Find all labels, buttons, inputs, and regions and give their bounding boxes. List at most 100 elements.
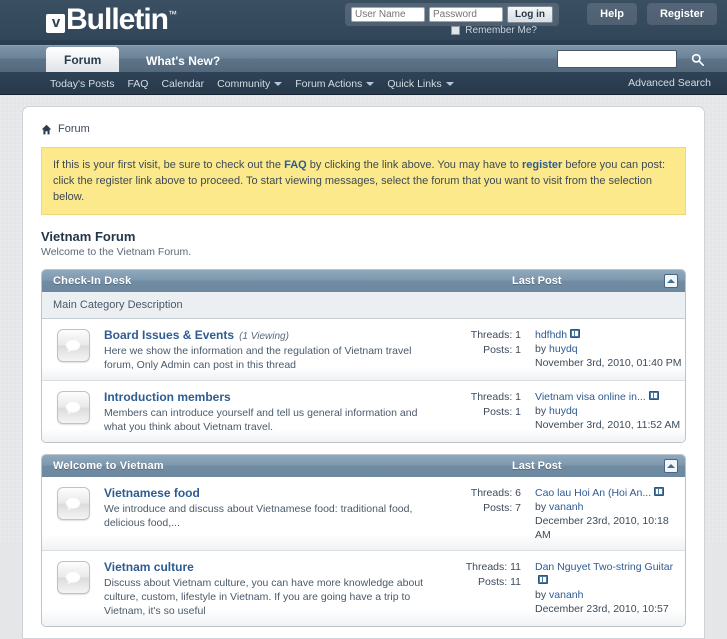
speech-bubble-icon [56,487,90,520]
speech-bubble-icon [56,561,90,594]
last-post-info: Cao lau Hoi An (Hoi An... by vananh Dece… [535,486,685,542]
search-icon[interactable] [685,49,709,69]
posts-count: Posts: 1 [483,344,521,356]
category-block: Check-In Desk Last Post Main Category De… [41,269,686,443]
header-top-bar: vBulletin™ Log in Remember Me? Help Regi… [0,0,727,45]
threads-count: Threads: 1 [470,329,521,341]
register-button[interactable]: Register [646,3,717,25]
username-input[interactable] [351,7,425,22]
forum-stats: Threads: 1 Posts: 1 [455,328,535,372]
logo-v-mark: v [46,14,65,33]
login-button[interactable]: Log in [507,6,553,23]
forum-viewing-count: (1 Viewing) [239,331,289,342]
category-title: Check-In Desk [53,275,132,287]
last-post-by-prefix: by [535,343,550,355]
forum-status-icon-cell [42,328,104,372]
last-post-info: hdfhdh by huydq November 3rd, 2010, 01:4… [535,328,685,372]
forum-info: Vietnamese food We introduce and discuss… [104,486,455,542]
notice-faq-link[interactable]: FAQ [284,159,307,171]
nav-link-label: Quick Links [387,77,442,90]
notice-text-2: by clicking the link above. You may have… [306,159,522,171]
site-header: vBulletin™ Log in Remember Me? Help Regi… [0,0,727,95]
nav-link-todays-posts[interactable]: Today's Posts [50,78,114,90]
go-to-last-post-icon[interactable] [654,487,665,496]
forum-status-icon-cell [42,560,104,618]
page-root: vBulletin™ Log in Remember Me? Help Regi… [0,0,727,639]
home-icon[interactable] [41,124,52,135]
nav-link-label: Forum Actions [295,77,363,90]
forum-link[interactable]: Board Issues & Events [104,328,234,342]
last-post-column-header: Last Post [512,275,562,287]
forum-link[interactable]: Introduction members [104,390,231,404]
threads-count: Threads: 11 [465,561,521,573]
nav-links-list: Today's Posts FAQ Calendar Community For… [50,72,454,94]
forum-row[interactable]: Vietnam culture Discuss about Vietnam cu… [42,551,685,626]
chevron-down-icon [274,81,283,86]
first-visit-notice: If this is your first visit, be sure to … [41,147,686,215]
last-post-author-link[interactable]: huydq [549,405,578,417]
nav-links-bar: Today's Posts FAQ Calendar Community For… [0,72,727,94]
last-post-date: December 23rd, 2010, 10:18 AM [535,515,669,541]
nav-link-calendar[interactable]: Calendar [161,78,204,90]
forum-row[interactable]: Vietnamese food We introduce and discuss… [42,477,685,551]
remember-me-checkbox[interactable] [451,26,461,35]
collapse-icon[interactable] [664,459,678,473]
advanced-search-link[interactable]: Advanced Search [628,72,711,94]
forum-link[interactable]: Vietnam culture [104,560,194,574]
nav-link-community[interactable]: Community [217,77,283,90]
password-input[interactable] [429,7,503,22]
last-post-title-link[interactable]: Cao lau Hoi An (Hoi An... [535,487,651,499]
last-post-title-link[interactable]: Vietnam visa online in... [535,391,646,403]
speech-bubble-icon [56,329,90,362]
category-description: Main Category Description [42,292,685,319]
forum-info: Vietnam culture Discuss about Vietnam cu… [104,560,455,618]
nav-link-quick-links[interactable]: Quick Links [387,77,454,90]
forum-row[interactable]: Introduction members Members can introdu… [42,381,685,442]
category-header: Welcome to Vietnam Last Post [42,455,685,477]
last-post-by-prefix: by [535,405,550,417]
forum-stats: Threads: 11 Posts: 11 [455,560,535,618]
forum-description: Members can introduce yourself and tell … [104,407,418,433]
threads-count: Threads: 6 [470,487,521,499]
help-button[interactable]: Help [587,3,637,25]
forum-description: We introduce and discuss about Vietnames… [104,503,413,529]
chevron-down-icon [366,81,375,86]
collapse-icon[interactable] [664,274,678,288]
chevron-down-icon [445,81,454,86]
remember-me-row[interactable]: Remember Me? [451,25,537,36]
last-post-date: November 3rd, 2010, 11:52 AM [535,419,681,431]
breadcrumb-label[interactable]: Forum [58,123,90,135]
forum-link[interactable]: Vietnamese food [104,486,200,500]
last-post-title-link[interactable]: hdfhdh [535,329,567,341]
breadcrumb: Forum [41,121,686,147]
go-to-last-post-icon[interactable] [648,391,659,400]
logo-text: Bulletin [66,3,169,36]
last-post-by-prefix: by [535,589,550,601]
notice-register-link[interactable]: register [522,159,562,171]
search-input[interactable] [557,50,677,68]
tab-forum[interactable]: Forum [46,47,120,73]
forum-row[interactable]: Board Issues & Events (1 Viewing) Here we… [42,319,685,381]
notice-text-1: If this is your first visit, be sure to … [53,159,285,171]
nav-link-label: Community [217,77,271,90]
nav-link-label: FAQ [127,77,149,90]
forum-description: Discuss about Vietnam culture, you can h… [104,577,424,617]
last-post-info: Vietnam visa online in... by huydq Novem… [535,390,685,434]
last-post-author-link[interactable]: vananh [549,501,583,513]
go-to-last-post-icon[interactable] [538,575,548,584]
nav-link-label: Calendar [161,77,205,90]
nav-link-forum-actions[interactable]: Forum Actions [295,77,375,90]
last-post-by-prefix: by [535,501,550,513]
forum-info: Board Issues & Events (1 Viewing) Here we… [104,328,455,372]
last-post-author-link[interactable]: huydq [549,343,578,355]
login-form: Log in [345,3,559,26]
last-post-title-link[interactable]: Dan Nguyet Two-string Guitar [535,561,673,573]
posts-count: Posts: 1 [483,406,521,418]
tab-whats-new[interactable]: What's New? [128,49,238,73]
nav-link-faq[interactable]: FAQ [127,78,148,90]
threads-count: Threads: 1 [470,391,521,403]
forum-status-icon-cell [42,390,104,434]
forum-stats: Threads: 6 Posts: 7 [455,486,535,542]
go-to-last-post-icon[interactable] [570,329,581,338]
last-post-author-link[interactable]: vananh [549,589,583,601]
